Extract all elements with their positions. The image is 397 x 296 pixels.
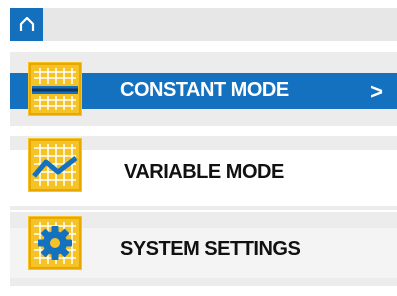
menu-item-label: SYSTEM SETTINGS	[120, 238, 301, 260]
gear-grid-icon	[28, 216, 82, 270]
home-icon	[19, 16, 34, 31]
constant-line-grid-icon	[28, 62, 82, 116]
home-button[interactable]	[10, 8, 43, 41]
top-bar	[10, 8, 397, 41]
menu-item-label: CONSTANT MODE	[120, 79, 289, 101]
chevron-right-icon: >	[370, 79, 383, 104]
variable-line-grid-icon	[28, 138, 82, 192]
menu-item-constant-mode[interactable]: CONSTANT MODE >	[10, 52, 397, 126]
menu-item-system-settings[interactable]: SYSTEM SETTINGS	[10, 212, 397, 286]
menu-item-variable-mode[interactable]: VARIABLE MODE	[10, 136, 397, 210]
menu-item-label: VARIABLE MODE	[124, 161, 284, 183]
